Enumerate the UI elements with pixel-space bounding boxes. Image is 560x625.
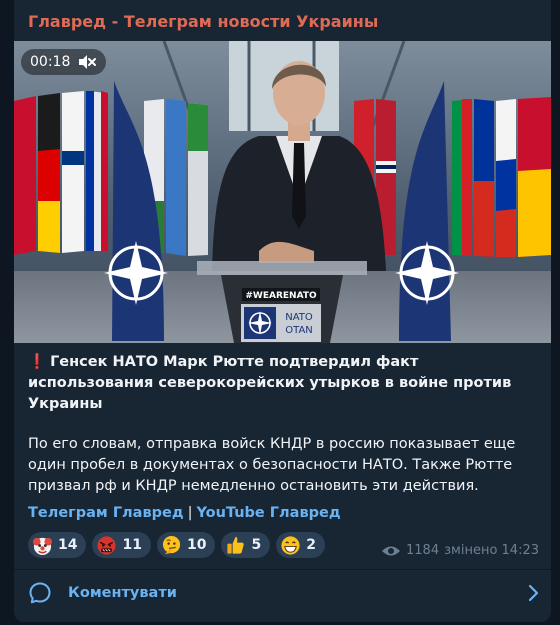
reactions-bar: 14 11 10 5 2 xyxy=(28,532,325,558)
video-thumbnail: #WEARENATO NATO OTAN xyxy=(14,41,551,343)
reaction-count: 14 xyxy=(58,537,78,553)
muted-speaker-icon[interactable] xyxy=(78,54,97,70)
video-player[interactable]: #WEARENATO NATO OTAN 00:18 xyxy=(14,41,551,343)
message-links: Телеграм Главред | YouTube Главред xyxy=(28,505,341,521)
grinning-face-icon xyxy=(281,535,300,555)
angry-face-with-symbols-icon xyxy=(97,535,117,555)
eye-icon xyxy=(382,546,401,555)
link-separator: | xyxy=(187,505,193,521)
message-meta: 1184 змінено 14:23 xyxy=(381,543,539,558)
edited-time: змінено 14:23 xyxy=(444,543,539,558)
views-count: 1184 xyxy=(406,543,440,558)
message-text: ❗ Генсек НАТО Марк Рютте подтвердил факт … xyxy=(28,352,543,497)
comments-button[interactable]: Коментувати xyxy=(14,570,551,616)
message-card: Главред - Телеграм новости Украины #WEAR… xyxy=(14,0,551,622)
message-headline: ❗ Генсек НАТО Марк Рютте подтвердил факт … xyxy=(28,352,543,415)
podium-logo-otan: OTAN xyxy=(285,325,313,336)
thumbs-up-icon xyxy=(227,536,245,554)
youtube-link[interactable]: YouTube Главред xyxy=(196,505,340,521)
podium-logo-nato: NATO xyxy=(285,312,313,323)
podium-sign-text: #WEARENATO xyxy=(245,291,317,301)
reaction-thinking[interactable]: 10 xyxy=(156,532,216,558)
reaction-grinning[interactable]: 2 xyxy=(276,532,325,558)
message-paragraph: По его словам, отправка войск КНДР в рос… xyxy=(28,436,516,494)
video-duration: 00:18 xyxy=(30,54,71,70)
telegram-link[interactable]: Телеграм Главред xyxy=(28,505,184,521)
comment-bubble-icon xyxy=(29,582,51,604)
reaction-angry[interactable]: 11 xyxy=(92,532,151,558)
reaction-thumbs-up[interactable]: 5 xyxy=(221,532,271,558)
video-timer[interactable]: 00:18 xyxy=(21,49,107,75)
reaction-count: 2 xyxy=(306,537,316,553)
comments-label: Коментувати xyxy=(68,585,177,601)
channel-name[interactable]: Главред - Телеграм новости Украины xyxy=(28,12,378,31)
thinking-face-icon xyxy=(162,535,181,554)
headline-text: Генсек НАТО Марк Рютте подтвердил факт и… xyxy=(28,354,512,412)
chevron-right-icon xyxy=(528,584,539,602)
reaction-count: 10 xyxy=(186,537,207,553)
reaction-count: 11 xyxy=(122,537,142,553)
exclamation-icon: ❗ xyxy=(28,354,47,370)
reaction-clown[interactable]: 14 xyxy=(28,532,87,558)
clown-face-icon xyxy=(32,537,53,555)
reaction-count: 5 xyxy=(251,537,262,553)
